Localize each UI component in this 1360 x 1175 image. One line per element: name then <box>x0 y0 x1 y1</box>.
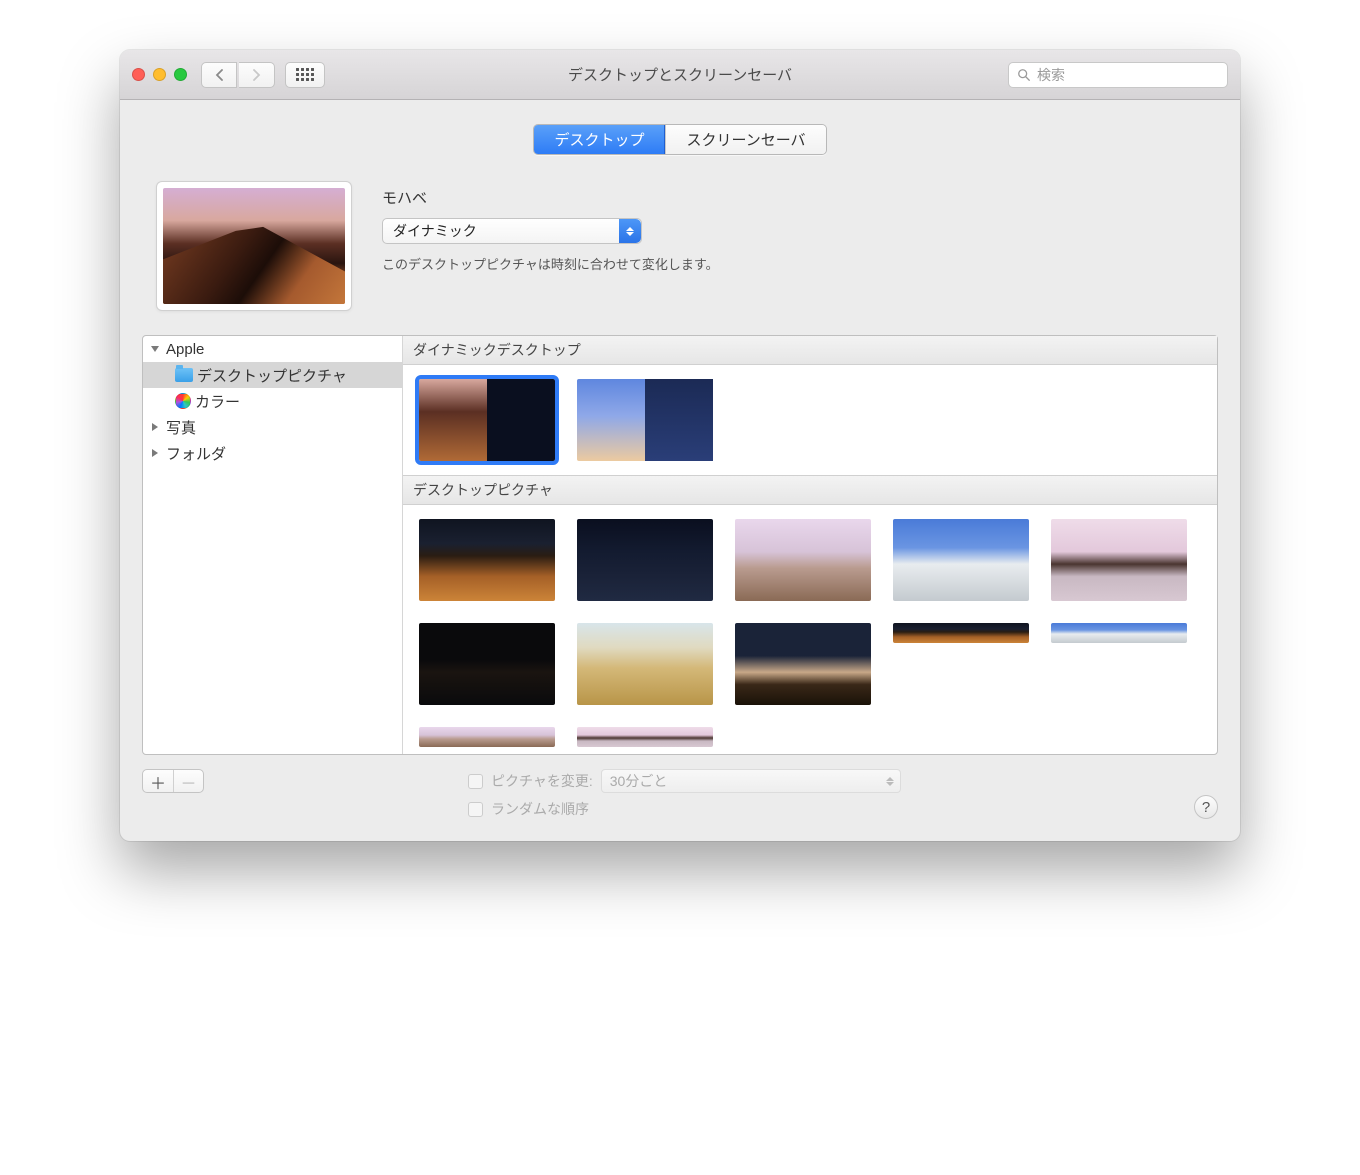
wallpaper-thumb[interactable] <box>893 623 1029 643</box>
show-all-button[interactable] <box>285 62 325 88</box>
wallpaper-preview <box>156 181 352 311</box>
add-remove-segment: ＋ － <box>142 769 204 793</box>
change-picture-checkbox[interactable] <box>468 774 483 789</box>
sidebar-item-folders[interactable]: フォルダ <box>143 440 402 466</box>
wallpaper-thumb[interactable] <box>577 519 713 601</box>
wallpaper-thumb[interactable] <box>893 519 1029 601</box>
footer: ＋ － ピクチャを変更: 30分ごと ランダムな順序 ? <box>142 769 1218 819</box>
wallpaper-name: モハベ <box>382 187 1204 208</box>
zoom-button[interactable] <box>174 68 187 81</box>
appearance-mode-popup[interactable]: ダイナミック <box>382 218 642 244</box>
tab-desktop[interactable]: デスクトップ <box>534 125 665 154</box>
tab-screensaver[interactable]: スクリーンセーバ <box>665 125 825 154</box>
wallpaper-thumb[interactable] <box>577 623 713 705</box>
folder-icon <box>175 368 193 382</box>
disclosure-triangle-icon <box>152 449 158 457</box>
wallpaper-thumb[interactable] <box>735 519 871 601</box>
sidebar-item-apple[interactable]: Apple <box>143 336 402 362</box>
wallpaper-thumb[interactable] <box>1051 519 1187 601</box>
rotation-options: ピクチャを変更: 30分ごと ランダムな順序 <box>468 769 901 819</box>
sidebar-item-desktop-pictures[interactable]: デスクトップピクチャ <box>143 362 402 388</box>
sidebar-item-colors[interactable]: カラー <box>143 388 402 414</box>
sidebar-label: Apple <box>166 341 204 358</box>
random-order-label: ランダムな順序 <box>491 799 589 819</box>
section-header-dynamic: ダイナミックデスクトップ <box>403 336 1217 365</box>
popup-arrows-icon <box>619 219 641 243</box>
search-placeholder: 検索 <box>1037 65 1065 85</box>
wallpaper-description: このデスクトップピクチャは時刻に合わせて変化します。 <box>382 254 1204 273</box>
titlebar: デスクトップとスクリーンセーバ 検索 <box>120 50 1240 100</box>
appearance-mode-value: ダイナミック <box>393 221 477 241</box>
search-field[interactable]: 検索 <box>1008 62 1228 88</box>
sidebar-label: デスクトップピクチャ <box>197 365 347 386</box>
close-button[interactable] <box>132 68 145 81</box>
sidebar-label: カラー <box>195 391 240 412</box>
current-wallpaper-row: モハベ ダイナミック このデスクトップピクチャは時刻に合わせて変化します。 <box>156 181 1204 311</box>
minimize-button[interactable] <box>153 68 166 81</box>
forward-button[interactable] <box>239 62 275 88</box>
section-header-pictures: デスクトップピクチャ <box>403 475 1217 505</box>
stepper-arrows-icon <box>886 777 894 786</box>
tab-bar: デスクトップ スクリーンセーバ <box>142 124 1218 155</box>
change-interval-value: 30分ごと <box>610 771 668 791</box>
disclosure-triangle-icon <box>152 423 158 431</box>
change-picture-label: ピクチャを変更: <box>491 771 593 791</box>
source-gallery-split: Apple デスクトップピクチャ カラー 写真 フォルダ <box>142 335 1218 755</box>
random-order-checkbox <box>468 802 483 817</box>
help-button[interactable]: ? <box>1194 795 1218 819</box>
wallpaper-thumb[interactable] <box>419 727 555 747</box>
wallpaper-thumb[interactable] <box>419 519 555 601</box>
window-body: デスクトップ スクリーンセーバ モハベ ダイナミック このデスクトップピクチャは… <box>120 100 1240 841</box>
wallpaper-thumb[interactable] <box>577 727 713 747</box>
sidebar-label: 写真 <box>166 417 196 438</box>
wallpaper-thumb[interactable] <box>419 623 555 705</box>
change-interval-popup: 30分ごと <box>601 769 901 793</box>
wallpaper-info: モハベ ダイナミック このデスクトップピクチャは時刻に合わせて変化します。 <box>382 181 1204 273</box>
remove-folder-button[interactable]: － <box>173 770 203 792</box>
window-controls <box>132 68 187 81</box>
chevron-left-icon <box>215 69 224 81</box>
wallpaper-thumb[interactable] <box>577 379 713 461</box>
chevron-right-icon <box>252 69 261 81</box>
sidebar-item-photos[interactable]: 写真 <box>143 414 402 440</box>
pictures-grid <box>403 505 1217 754</box>
wallpaper-thumb[interactable] <box>735 623 871 705</box>
search-icon <box>1017 68 1031 82</box>
disclosure-triangle-icon <box>151 346 159 352</box>
wallpaper-thumb[interactable] <box>419 379 555 461</box>
color-wheel-icon <box>175 393 191 409</box>
preferences-window: デスクトップとスクリーンセーバ 検索 デスクトップ スクリーンセーバ モハベ ダ… <box>120 50 1240 841</box>
source-sidebar: Apple デスクトップピクチャ カラー 写真 フォルダ <box>143 336 403 754</box>
nav-buttons <box>201 62 275 88</box>
sidebar-label: フォルダ <box>166 443 226 464</box>
back-button[interactable] <box>201 62 237 88</box>
wallpaper-gallery[interactable]: ダイナミックデスクトップ デスクトップピクチャ <box>403 336 1217 754</box>
dynamic-grid <box>403 365 1217 475</box>
grid-icon <box>296 68 314 81</box>
wallpaper-thumb[interactable] <box>1051 623 1187 643</box>
add-folder-button[interactable]: ＋ <box>143 770 173 792</box>
